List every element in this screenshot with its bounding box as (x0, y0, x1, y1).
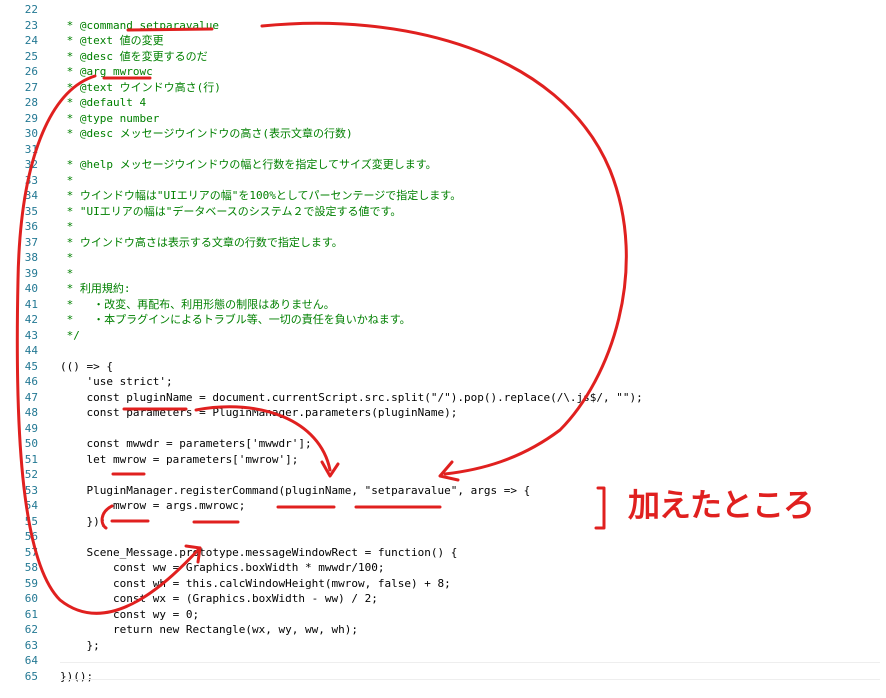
arrowhead-setparavalue (438, 460, 460, 482)
bracket-right (594, 486, 606, 530)
annotation-note: 加えたところ (628, 486, 815, 524)
arrow-pluginname (194, 405, 332, 472)
arrow-mwrowc (15, 74, 202, 615)
arrow-setparavalue (260, 21, 628, 476)
underline-setparavalue-comment (126, 27, 214, 32)
red-annotation-layer (15, 21, 628, 615)
bracket-left-54 (100, 504, 114, 530)
